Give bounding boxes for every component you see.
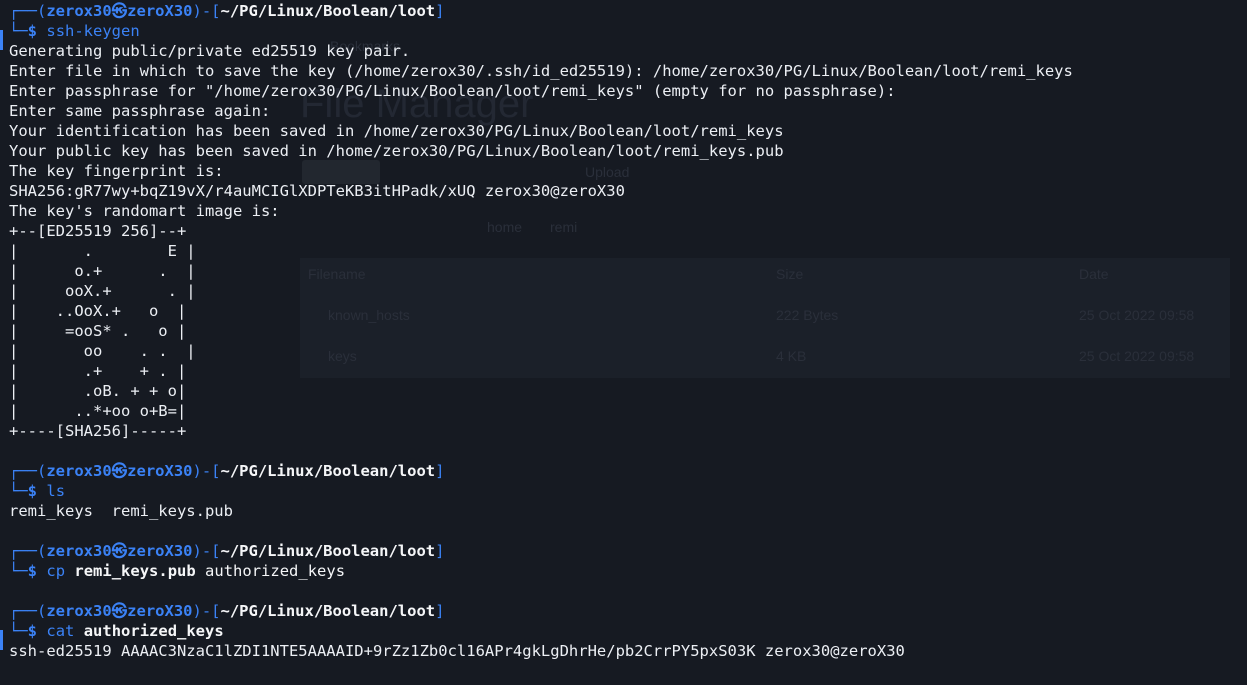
randomart-line: | ..OoX.+ o | bbox=[9, 302, 187, 320]
prompt-command-line: └─$ ssh-keygen bbox=[9, 22, 140, 40]
prompt-path: ~/PG/Linux/Boolean/loot bbox=[220, 2, 436, 20]
selection-marker bbox=[0, 30, 3, 50]
randomart-line: | . E | bbox=[9, 242, 196, 260]
prompt-path: ~/PG/Linux/Boolean/loot bbox=[220, 462, 436, 480]
prompt-host: zeroX30 bbox=[127, 542, 193, 560]
prompt-path: ~/PG/Linux/Boolean/loot bbox=[220, 602, 436, 620]
command: ls bbox=[46, 482, 66, 500]
prompt-path: ~/PG/Linux/Boolean/loot bbox=[220, 542, 436, 560]
prompt-host: zeroX30 bbox=[127, 462, 193, 480]
prompt-user: zerox30 bbox=[46, 2, 112, 20]
randomart-line: | =ooS* . o | bbox=[9, 322, 187, 340]
selection-marker bbox=[0, 630, 3, 650]
command-arg: authorized_keys bbox=[205, 562, 346, 580]
command-arg: remi_keys.pub bbox=[74, 562, 196, 580]
randomart-line: +----[SHA256]-----+ bbox=[9, 422, 187, 440]
prompt-header: ┌──(zerox30㉿zeroX30)-[~/PG/Linux/Boolean… bbox=[9, 462, 445, 480]
prompt-command-line: └─$ ls bbox=[9, 482, 66, 500]
prompt-user: zerox30 bbox=[46, 462, 112, 480]
output-line: The key fingerprint is: bbox=[9, 162, 224, 180]
output-line: Your public key has been saved in /home/… bbox=[9, 142, 784, 160]
output-line: remi_keys remi_keys.pub bbox=[9, 502, 233, 520]
output-line: SHA256:gR77wy+bqZ19vX/r4auMCIGlXDPTeKB3i… bbox=[9, 182, 625, 200]
command: cp bbox=[46, 562, 66, 580]
randomart-line: | .+ + . | bbox=[9, 362, 187, 380]
prompt-user: zerox30 bbox=[46, 542, 112, 560]
prompt-command-line: └─$ cp remi_keys.pub authorized_keys bbox=[9, 562, 346, 580]
randomart-line: | .oB. + + o| bbox=[9, 382, 187, 400]
output-line: Enter same passphrase again: bbox=[9, 102, 271, 120]
terminal-output[interactable]: ┌──(zerox30㉿zeroX30)-[~/PG/Linux/Boolean… bbox=[9, 1, 1239, 661]
prompt-header: ┌──(zerox30㉿zeroX30)-[~/PG/Linux/Boolean… bbox=[9, 602, 445, 620]
randomart-line: | oo . . | bbox=[9, 342, 196, 360]
output-line: ssh-ed25519 AAAAC3NzaC1lZDI1NTE5AAAAID+9… bbox=[9, 642, 905, 660]
command: cat bbox=[46, 622, 75, 640]
prompt-header: ┌──(zerox30㉿zeroX30)-[~/PG/Linux/Boolean… bbox=[9, 542, 445, 560]
randomart-line: | ..*+oo o+B=| bbox=[9, 402, 187, 420]
prompt-host: zeroX30 bbox=[127, 2, 193, 20]
command: ssh-keygen bbox=[46, 22, 140, 40]
output-line: Your identification has been saved in /h… bbox=[9, 122, 784, 140]
randomart-line: +--[ED25519 256]--+ bbox=[9, 222, 187, 240]
output-line: The key's randomart image is: bbox=[9, 202, 280, 220]
output-line: Enter passphrase for "/home/zerox30/PG/L… bbox=[9, 82, 896, 100]
randomart-line: | o.+ . | bbox=[9, 262, 196, 280]
prompt-header: ┌──(zerox30㉿zeroX30)-[~/PG/Linux/Boolean… bbox=[9, 2, 445, 20]
command-arg: authorized_keys bbox=[83, 622, 224, 640]
output-line: Generating public/private ed25519 key pa… bbox=[9, 42, 411, 60]
prompt-user: zerox30 bbox=[46, 602, 112, 620]
prompt-host: zeroX30 bbox=[127, 602, 193, 620]
prompt-command-line: └─$ cat authorized_keys bbox=[9, 622, 224, 640]
output-line: Enter file in which to save the key (/ho… bbox=[9, 62, 1073, 80]
randomart-line: | ooX.+ . | bbox=[9, 282, 196, 300]
